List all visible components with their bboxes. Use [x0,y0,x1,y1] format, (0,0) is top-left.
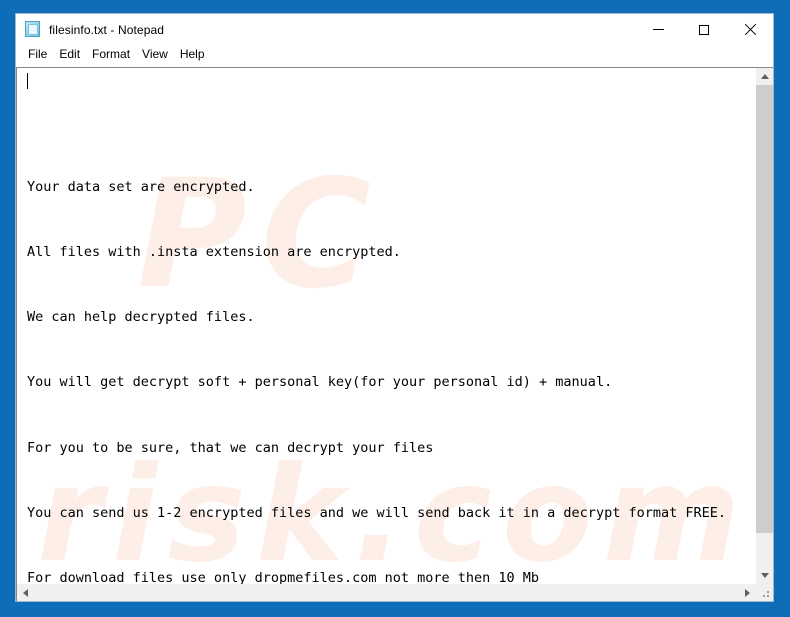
chevron-right-icon [745,588,750,597]
horizontal-scroll-track[interactable] [34,584,739,601]
text-line: You can send us 1-2 encrypted files and … [27,504,726,521]
notepad-document-icon [25,21,42,38]
resize-grip[interactable] [756,584,773,601]
minimize-button[interactable] [635,14,681,45]
title-bar-left: filesinfo.txt - Notepad [16,21,635,38]
text-line [27,399,755,432]
scroll-up-button[interactable] [756,68,773,85]
ransom-note-text[interactable]: Your data set are encrypted. All files w… [17,68,755,584]
scroll-left-button[interactable] [17,584,34,601]
title-bar[interactable]: filesinfo.txt - Notepad [16,14,773,45]
window-controls [635,14,773,45]
close-icon [744,24,756,36]
vertical-scroll-track[interactable] [756,85,773,567]
text-line: We can help decrypted files. [27,309,255,326]
horizontal-scrollbar[interactable] [16,584,773,601]
chevron-left-icon [23,588,28,597]
menu-item-help[interactable]: Help [174,46,211,64]
text-editor[interactable]: PC risk.com Your data set are encrypted.… [17,68,755,584]
menu-item-format[interactable]: Format [86,46,136,64]
text-line [27,529,755,562]
chevron-down-icon [760,573,769,578]
text-line [27,269,755,302]
desktop-background: filesinfo.txt - Notepad File Edit Format… [0,0,790,617]
scroll-right-button[interactable] [739,584,756,601]
text-line: For download files use only dropmefiles.… [27,569,540,584]
window-title: filesinfo.txt - Notepad [49,22,165,37]
maximize-button[interactable] [681,14,727,45]
notepad-window: filesinfo.txt - Notepad File Edit Format… [15,13,774,602]
text-line: All files with .insta extension are encr… [27,243,401,260]
editor-row: PC risk.com Your data set are encrypted.… [16,67,773,584]
maximize-icon [699,24,709,35]
menu-item-edit[interactable]: Edit [53,46,86,64]
chevron-up-icon [760,74,769,79]
vertical-scroll-thumb[interactable] [756,85,773,534]
text-caret [27,73,28,89]
text-line: You will get decrypt soft + personal key… [27,374,613,391]
close-button[interactable] [727,14,773,45]
client-area: PC risk.com Your data set are encrypted.… [16,66,773,601]
text-line [27,203,755,236]
text-line: For you to be sure, that we can decrypt … [27,439,434,456]
menu-item-view[interactable]: View [136,46,174,64]
minimize-icon [652,29,664,30]
text-line [27,464,755,497]
text-line: Your data set are encrypted. [27,178,255,195]
vertical-scrollbar[interactable] [755,68,773,584]
scroll-down-button[interactable] [756,567,773,584]
menu-item-file[interactable]: File [22,46,53,64]
text-line [27,334,755,367]
menu-bar: File Edit Format View Help [16,45,773,66]
horizontal-scroll-thumb[interactable] [34,584,739,601]
